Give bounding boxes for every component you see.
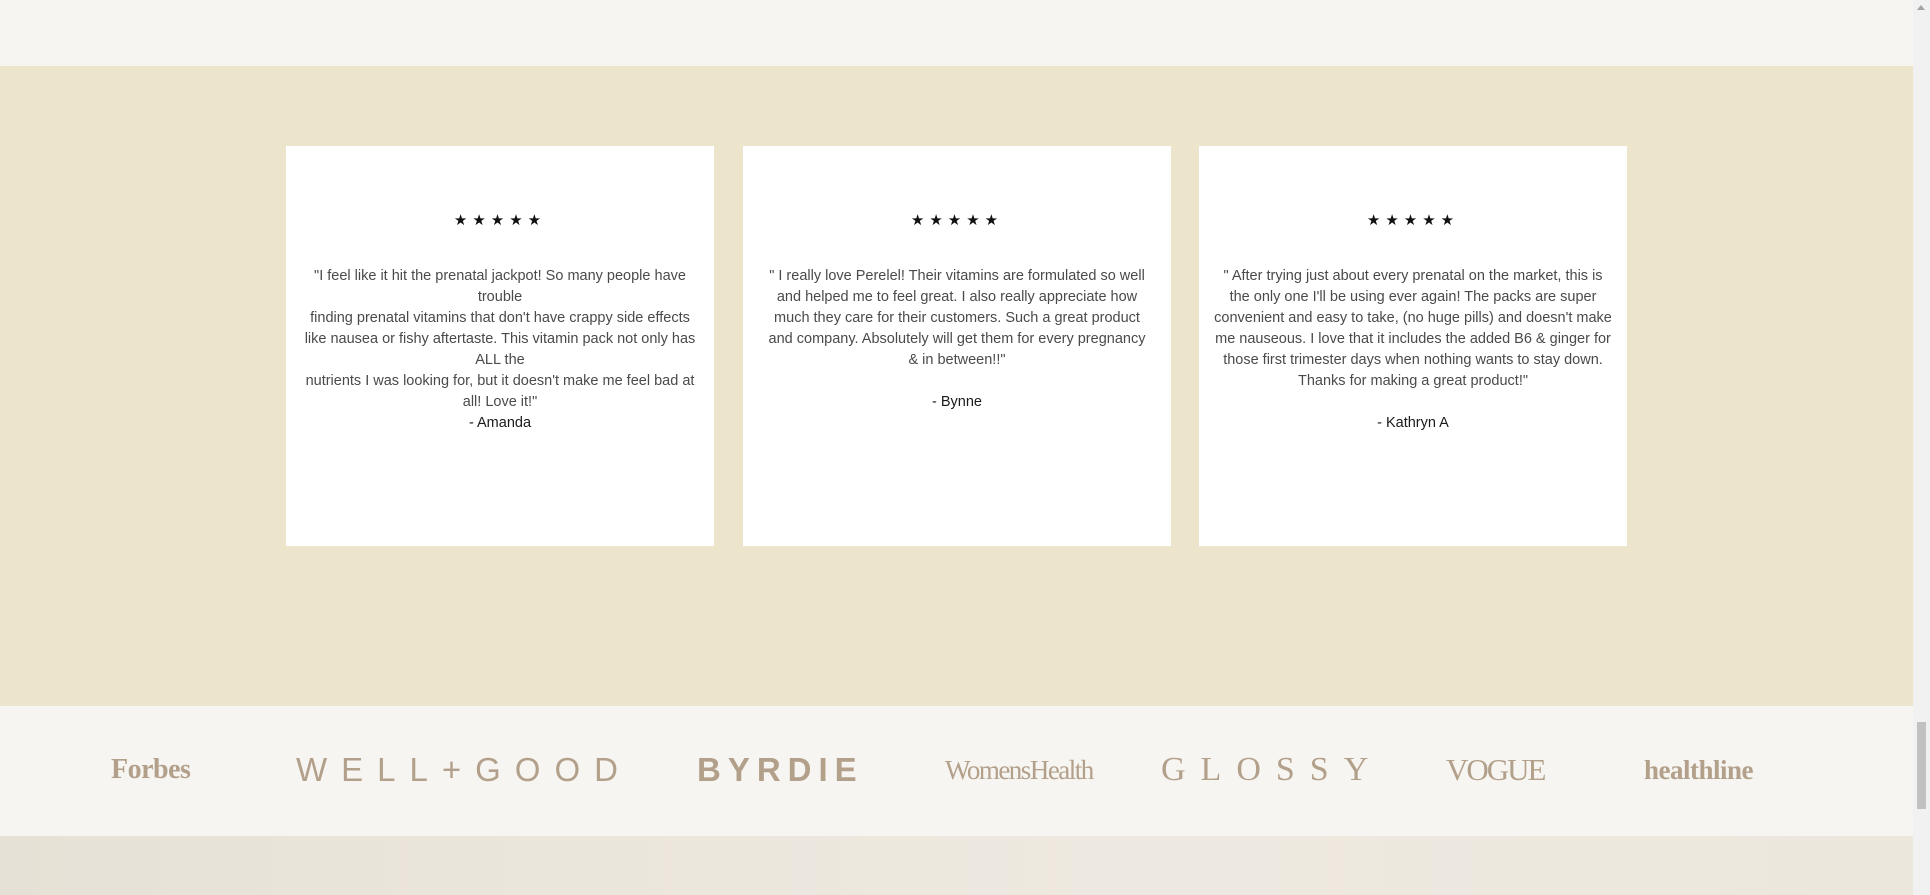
healthline-logo: healthline <box>1644 755 1754 785</box>
review-text: " I really love Perelel! Their vitamins … <box>768 268 1146 368</box>
byrdie-logo: BYRDIE <box>697 751 864 788</box>
scroll-up-icon[interactable] <box>1917 5 1925 10</box>
review-card-bynne: ★★★★★ " I really love Perelel! Their vit… <box>743 146 1171 546</box>
bottom-image-band <box>0 836 1913 895</box>
review-author: - Bynne <box>932 394 982 410</box>
forbes-logo: Forbes <box>111 754 191 785</box>
star-rating: ★★★★★ <box>1366 212 1460 229</box>
glossy-logo: GLOSSY <box>1161 751 1384 788</box>
star-rating: ★★★★★ <box>910 212 1004 229</box>
review-text: " After trying just about every prenatal… <box>1214 268 1612 389</box>
well-good-logo: WELL+GOOD <box>296 751 632 788</box>
review-author: - Kathryn A <box>1377 415 1449 431</box>
review-card-amanda: ★★★★★ "I feel like it hit the prenatal j… <box>286 146 714 546</box>
womens-health-logo: WomensHealth <box>945 755 1094 785</box>
press-logos-section: Forbes WELL+GOOD BYRDIE WomensHealth GLO… <box>0 706 1913 836</box>
reviews-section: ★★★★★ "I feel like it hit the prenatal j… <box>0 66 1913 706</box>
review-card-kathryn: ★★★★★ " After trying just about every pr… <box>1199 146 1627 546</box>
page-scrollbar[interactable] <box>1913 0 1930 895</box>
star-rating: ★★★★★ <box>453 212 547 229</box>
review-text: "I feel like it hit the prenatal jackpot… <box>304 268 696 410</box>
review-author: - Amanda <box>468 415 532 431</box>
vogue-logo: VOGUE <box>1446 752 1546 787</box>
scrollbar-thumb[interactable] <box>1917 722 1926 809</box>
top-band <box>0 0 1913 66</box>
